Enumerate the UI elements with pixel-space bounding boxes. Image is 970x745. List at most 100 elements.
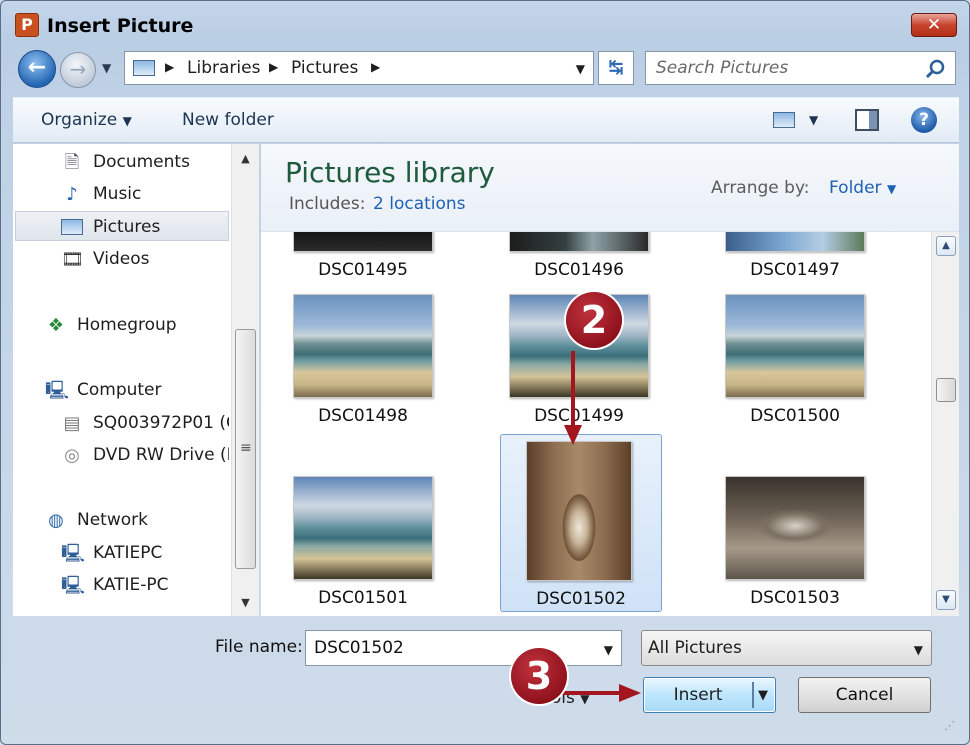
file-name: DSC01497 — [750, 260, 840, 280]
views-chevron-down-icon[interactable]: ▼ — [809, 113, 818, 127]
nav-scrollbar-thumb[interactable]: ≡ — [235, 329, 256, 569]
network-icon: ◍ — [48, 510, 64, 531]
insert-picture-dialog: P Insert Picture ✕ ← → ▼ ▶ Libraries ▶ P… — [0, 0, 970, 745]
nav-item-katiepc[interactable]: 🖳 KATIEPC — [51, 538, 229, 568]
refresh-button[interactable]: ↹ — [598, 51, 634, 85]
split-divider — [752, 682, 754, 708]
thumbnail-image — [725, 476, 865, 580]
change-view-icon[interactable] — [773, 112, 795, 128]
preview-pane-icon[interactable] — [855, 109, 879, 131]
nav-item-katie-pc[interactable]: 🖳 KATIE-PC — [51, 570, 229, 600]
locations-link[interactable]: 2 locations — [373, 194, 466, 214]
documents-icon: 🗎 — [64, 152, 80, 173]
nav-item-dvd-drive[interactable]: ◎ DVD RW Drive (D:) — [51, 440, 229, 470]
file-type-chevron-down-icon: ▼ — [913, 643, 923, 657]
new-folder-button[interactable]: New folder — [182, 110, 274, 130]
insert-button[interactable]: Insert ▼ — [643, 677, 776, 713]
nav-item-label: KATIE-PC — [93, 575, 169, 595]
nav-item-videos[interactable]: 🎞 Videos — [51, 244, 229, 274]
breadcrumb-libraries[interactable]: Libraries — [187, 58, 260, 78]
nav-item-homegroup[interactable]: ❖ Homegroup — [35, 310, 229, 340]
search-input[interactable] — [656, 58, 916, 78]
nav-item-label: SQ003972P01 (C:) — [93, 413, 229, 433]
nav-item-label: Videos — [93, 249, 150, 269]
hard-drive-icon: ▤ — [63, 413, 81, 434]
thumbnail-image — [509, 232, 649, 252]
nav-item-label: Documents — [93, 152, 190, 172]
file-list-scrollbar[interactable]: ▲ ▼ — [931, 232, 959, 616]
nav-item-documents[interactable]: 🗎 Documents — [51, 147, 229, 177]
computer-icon: 🖳 — [45, 380, 70, 401]
chevron-down-icon: ▼ — [122, 114, 132, 128]
dialog-title: Insert Picture — [47, 15, 194, 37]
thumbnail-grid: DSC01495 DSC01496 DSC01497 DSC01498 DSC0… — [261, 232, 927, 616]
step-2-callout: 2 — [566, 292, 622, 348]
includes-label: Includes: — [289, 194, 366, 214]
command-toolbar: Organize ▼ New folder ▼ ? — [13, 97, 959, 143]
videos-icon: 🎞 — [61, 249, 84, 270]
file-name: DSC01498 — [318, 406, 408, 426]
breadcrumb-separator-icon[interactable]: ▶ — [165, 60, 174, 74]
search-box[interactable] — [645, 51, 956, 85]
file-name-combobox[interactable]: ▼ — [305, 630, 622, 666]
music-icon: ♪ — [66, 184, 78, 205]
file-name-chevron-down-icon[interactable]: ▼ — [604, 643, 613, 657]
scroll-down-arrow-icon[interactable]: ▼ — [936, 590, 956, 610]
breadcrumb-separator-icon[interactable]: ▶ — [371, 60, 380, 74]
library-title: Pictures library — [285, 156, 495, 189]
navigation-pane: 🗎 Documents ♪ Music Pictures 🎞 Videos ❖ … — [13, 144, 259, 616]
nav-item-music[interactable]: ♪ Music — [51, 179, 229, 209]
nav-item-pictures[interactable]: Pictures — [15, 211, 229, 241]
breadcrumb-separator-icon[interactable]: ▶ — [269, 60, 278, 74]
arrange-by-dropdown[interactable]: Folder ▼ — [829, 178, 896, 198]
dvd-drive-icon: ◎ — [64, 445, 80, 466]
title-bar: P Insert Picture ✕ — [1, 1, 969, 45]
nav-item-label: DVD RW Drive (D:) — [93, 445, 229, 465]
back-button[interactable]: ← — [18, 50, 56, 88]
homegroup-icon: ❖ — [47, 315, 65, 336]
organize-label: Organize — [41, 110, 118, 130]
thumbnail-image — [526, 441, 632, 581]
thumbnail-image — [293, 294, 433, 398]
thumbnail-image — [293, 232, 433, 252]
library-header: Pictures library Includes: 2 locations A… — [261, 144, 959, 232]
nav-item-computer[interactable]: 🖳 Computer — [35, 375, 229, 405]
powerpoint-icon: P — [15, 13, 39, 37]
address-bar[interactable]: ▶ Libraries ▶ Pictures ▶ ▼ — [124, 51, 594, 85]
resize-grip-icon[interactable]: ⋰ — [944, 719, 955, 732]
thumbnail-image — [725, 294, 865, 398]
scroll-down-arrow-icon[interactable]: ▼ — [232, 596, 259, 609]
nav-item-label: Homegroup — [77, 315, 177, 335]
file-list-scrollbar-thumb[interactable] — [936, 378, 956, 402]
nav-item-label: Pictures — [93, 217, 161, 237]
nav-item-label: Music — [93, 184, 142, 204]
breadcrumb-pictures[interactable]: Pictures — [291, 58, 358, 78]
search-icon[interactable] — [925, 58, 947, 80]
nav-item-label: KATIEPC — [93, 543, 163, 563]
file-name-label: File name: — [215, 637, 303, 657]
thumbnail-image — [725, 232, 865, 252]
nav-item-network[interactable]: ◍ Network — [35, 505, 229, 535]
forward-button[interactable]: → — [60, 52, 96, 88]
insert-options-chevron-down-icon[interactable]: ▼ — [758, 688, 768, 703]
cancel-button[interactable]: Cancel — [798, 677, 931, 713]
arrange-by-value: Folder — [829, 178, 882, 198]
address-chevron-down-icon[interactable]: ▼ — [576, 62, 585, 76]
chevron-down-icon: ▼ — [886, 182, 897, 196]
file-name: DSC01500 — [750, 406, 840, 426]
nav-scrollbar[interactable]: ▲ ≡ ▼ — [231, 144, 259, 616]
file-name: DSC01502 — [536, 589, 626, 609]
help-icon[interactable]: ? — [911, 107, 937, 133]
recent-pages-chevron-down-icon[interactable]: ▼ — [102, 61, 111, 75]
file-type-value: All Pictures — [648, 638, 742, 658]
organize-button[interactable]: Organize ▼ — [41, 110, 132, 130]
nav-item-local-drive[interactable]: ▤ SQ003972P01 (C:) — [51, 408, 229, 438]
nav-item-label: Computer — [77, 380, 162, 400]
selected-file-item[interactable]: DSC01502 — [500, 434, 662, 612]
library-folder-icon — [133, 60, 155, 76]
scroll-up-arrow-icon[interactable]: ▲ — [232, 152, 259, 165]
scroll-up-arrow-icon[interactable]: ▲ — [936, 236, 956, 256]
file-name: DSC01495 — [318, 260, 408, 280]
file-type-select[interactable]: All Pictures ▼ — [641, 630, 932, 666]
close-button[interactable]: ✕ — [911, 13, 957, 37]
